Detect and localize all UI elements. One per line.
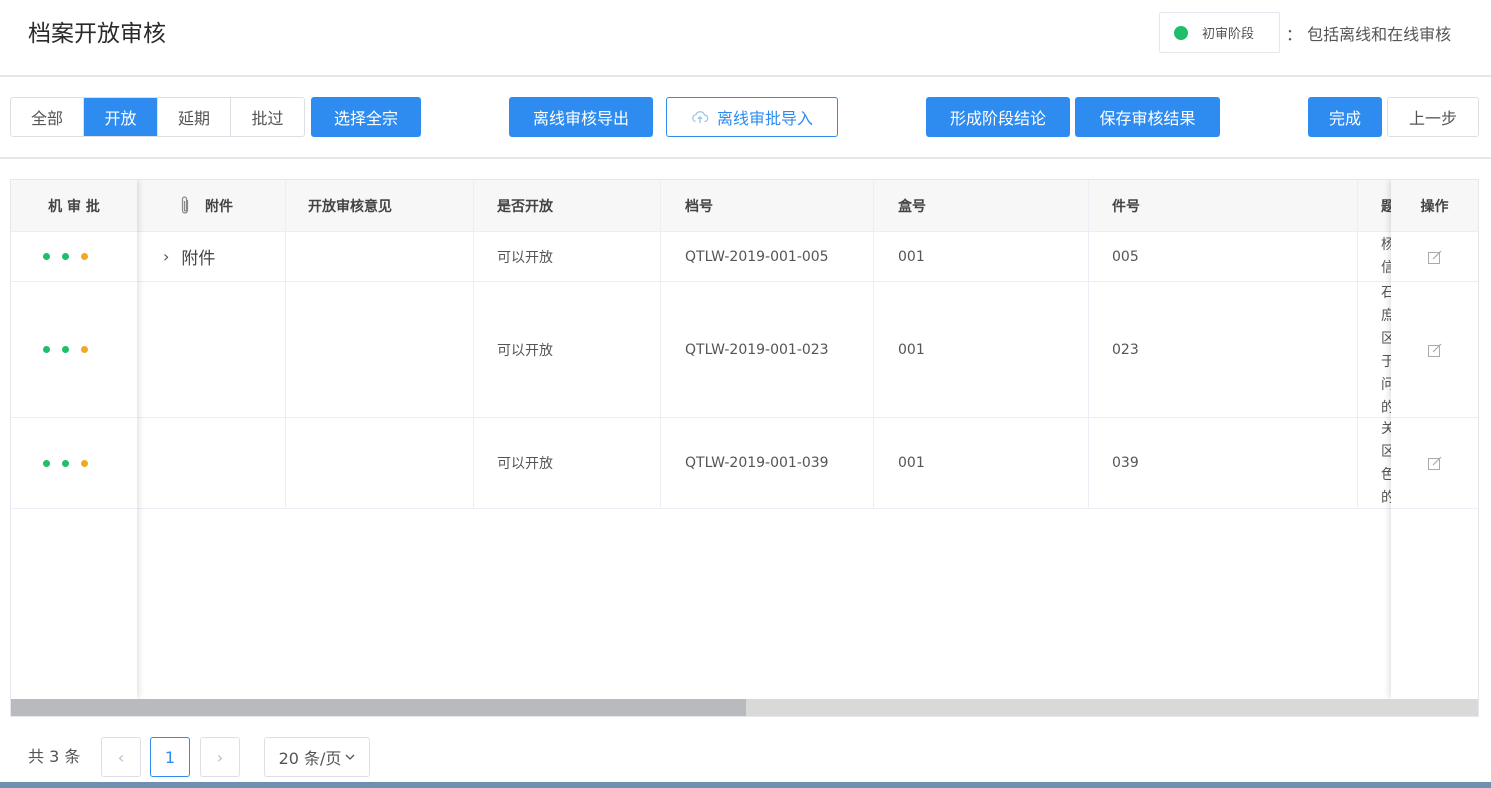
review-table: 附件 开放审核意见 是否开放 档号 盒号 件号 题 › 附件 可以开放 QTLW…: [10, 179, 1479, 717]
filter-segment: 全部 开放 延期 批过: [10, 97, 305, 137]
actions-cell: [1391, 282, 1478, 418]
save-results-button[interactable]: 保存审核结果: [1075, 97, 1220, 137]
column-header-file-no: 档号: [661, 180, 874, 232]
column-header-box-no: 盒号: [874, 180, 1089, 232]
table-row[interactable]: 可以开放 QTLW-2019-001-039 001 039 关 区 色 的: [11, 418, 1478, 509]
chevron-right-icon[interactable]: ›: [163, 247, 169, 266]
fixed-left-column: 机 审 批: [11, 180, 137, 699]
status-dot: [43, 253, 50, 260]
divider: [0, 157, 1491, 159]
column-header-attachment-label: 附件: [205, 199, 233, 215]
actions-cell: [1391, 418, 1478, 509]
prev-page-button[interactable]: ‹: [101, 737, 141, 777]
box-no-cell: 001: [874, 282, 1089, 417]
status-dot: [62, 253, 69, 260]
file-no-cell: QTLW-2019-001-039: [661, 418, 874, 508]
review-status-dots: [43, 346, 88, 353]
status-dot: [43, 459, 50, 467]
stage-label: 初审阶段: [1202, 27, 1255, 42]
item-no-cell: 039: [1089, 418, 1358, 508]
is-open-cell: 可以开放: [474, 232, 661, 281]
page: 档案开放审核 初审阶段 ： 包括离线和在线审核 全部 开放 延期 批过 选择全宗…: [0, 0, 1491, 788]
edit-icon[interactable]: [1427, 249, 1443, 265]
review-status-cell: [11, 232, 137, 282]
attachment-cell: [137, 418, 286, 508]
attachment-cell: [137, 282, 286, 417]
review-status-cell: [11, 418, 137, 509]
item-no-cell: 005: [1089, 232, 1358, 281]
page-title: 档案开放审核: [28, 21, 166, 47]
chevron-down-icon: [345, 754, 355, 760]
fixed-right-column: 操作: [1391, 180, 1478, 699]
offline-export-button[interactable]: 离线审核导出: [509, 97, 653, 137]
opinion-cell: [286, 418, 474, 508]
actions-cell: [1391, 232, 1478, 282]
chevron-left-icon: ‹: [117, 747, 125, 767]
table-header: 附件 开放审核意见 是否开放 档号 盒号 件号 题: [11, 180, 1478, 232]
paperclip-icon: [181, 196, 189, 214]
opinion-cell: [286, 282, 474, 417]
file-no-cell: QTLW-2019-001-023: [661, 282, 874, 417]
offline-import-label: 离线审批导入: [716, 109, 813, 128]
cloud-upload-icon: [692, 111, 709, 123]
status-dot: [81, 459, 88, 467]
filter-delay-button[interactable]: 延期: [158, 98, 231, 136]
box-no-cell: 001: [874, 232, 1089, 281]
column-header-opinion: 开放审核意见: [286, 180, 474, 232]
filter-open-button[interactable]: 开放: [84, 98, 158, 136]
status-dot: [62, 346, 69, 353]
column-header-machine-review: 机 审 批: [11, 180, 137, 232]
item-no-cell: 023: [1089, 282, 1358, 417]
window-bottom-border: [0, 782, 1491, 788]
status-dot: [43, 346, 50, 353]
prev-step-button[interactable]: 上一步: [1387, 97, 1479, 137]
status-dot: [81, 346, 88, 353]
stage-description: ： 包括离线和在线审核: [1286, 25, 1452, 44]
select-all-fonds-button[interactable]: 选择全宗: [311, 97, 421, 137]
review-status-dots: [43, 459, 88, 467]
page-number-button[interactable]: 1: [150, 737, 190, 777]
offline-import-button[interactable]: 离线审批导入: [666, 97, 838, 137]
attachment-label: 附件: [181, 249, 216, 269]
column-header-item-no: 件号: [1089, 180, 1358, 232]
edit-icon[interactable]: [1427, 342, 1443, 358]
table-row[interactable]: › 附件 可以开放 QTLW-2019-001-005 001 005 杨 信: [11, 232, 1478, 282]
box-no-cell: 001: [874, 418, 1089, 508]
edit-icon[interactable]: [1427, 455, 1443, 471]
attachment-cell[interactable]: › 附件: [137, 232, 286, 281]
page-size-label: 20 条/页: [278, 749, 342, 768]
scrollbar-thumb[interactable]: [11, 699, 746, 716]
is-open-cell: 可以开放: [474, 282, 661, 417]
file-no-cell: QTLW-2019-001-005: [661, 232, 874, 281]
stage-status-dot: [1174, 25, 1188, 40]
status-dot: [81, 253, 88, 260]
chevron-right-icon: ›: [216, 747, 224, 767]
page-size-select[interactable]: 20 条/页: [264, 737, 370, 777]
finish-button[interactable]: 完成: [1308, 97, 1382, 137]
total-count: 共 3 条: [28, 747, 81, 766]
stage-indicator: 初审阶段: [1159, 12, 1280, 53]
column-header-attachment: 附件: [159, 180, 286, 232]
review-status-cell: [11, 282, 137, 418]
stage-conclusion-button[interactable]: 形成阶段结论: [926, 97, 1070, 137]
horizontal-scrollbar[interactable]: [11, 699, 1478, 716]
column-header-actions: 操作: [1391, 180, 1478, 232]
table-row[interactable]: 可以开放 QTLW-2019-001-023 001 023 石 庶 区 于 问…: [11, 282, 1478, 418]
review-status-dots: [43, 253, 88, 260]
status-dot: [62, 459, 69, 467]
filter-approved-button[interactable]: 批过: [231, 98, 304, 136]
filter-all-button[interactable]: 全部: [11, 98, 84, 136]
divider: [0, 75, 1491, 77]
next-page-button[interactable]: ›: [200, 737, 240, 777]
is-open-cell: 可以开放: [474, 418, 661, 508]
column-header-is-open: 是否开放: [474, 180, 661, 232]
opinion-cell: [286, 232, 474, 281]
